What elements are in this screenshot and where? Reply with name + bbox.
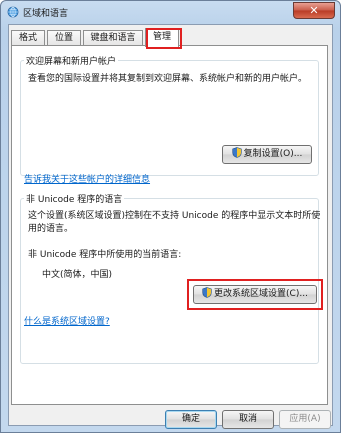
tab-keyboards-languages[interactable]: 键盘和语言 <box>83 30 143 46</box>
tab-highlight-box <box>146 28 182 49</box>
dialog-client-area: 格式 位置 键盘和语言 管理 欢迎屏幕和新用户帐户 查看您的国际设置并将其复制到… <box>8 24 333 429</box>
ok-button[interactable]: 确定 <box>165 410 217 429</box>
what-is-system-locale-link[interactable]: 什么是系统区域设置? <box>24 314 110 327</box>
current-language-label: 非 Unicode 程序中所使用的当前语言: <box>28 250 182 260</box>
region-language-dialog: 区域和语言 ✕ 格式 位置 键盘和语言 管理 欢迎屏幕和新用户帐户 查看您的国际… <box>0 0 341 433</box>
copy-settings-label: 复制设置(O)... <box>243 149 303 159</box>
apply-button[interactable]: 应用(A) <box>279 410 331 429</box>
uac-shield-icon <box>232 147 242 158</box>
current-language-value: 中文(简体，中国) <box>42 270 113 280</box>
tab-location[interactable]: 位置 <box>47 30 81 46</box>
accounts-details-link[interactable]: 告诉我关于这些帐户的详细信息 <box>24 172 150 185</box>
welcome-description: 查看您的国际设置并将其复制到欢迎屏幕、系统帐户和新的用户帐户。 <box>28 74 308 84</box>
tab-panel-administrative: 欢迎屏幕和新用户帐户 查看您的国际设置并将其复制到欢迎屏幕、系统帐户和新的用户帐… <box>11 45 328 405</box>
uac-shield-icon <box>202 287 212 298</box>
globe-icon <box>7 6 19 18</box>
change-system-locale-button[interactable]: 更改系统区域设置(C)... <box>193 285 317 304</box>
non-unicode-description-1: 这个设置(系统区域设置)控制在不支持 Unicode 的程序中显示文本时所使 <box>28 211 321 221</box>
non-unicode-description-2: 用的语言。 <box>28 224 74 234</box>
welcome-group-title: 欢迎屏幕和新用户帐户 <box>24 54 119 67</box>
non-unicode-group-title: 非 Unicode 程序的语言 <box>24 192 125 205</box>
tab-formats[interactable]: 格式 <box>11 30 45 46</box>
cancel-button[interactable]: 取消 <box>222 410 274 429</box>
title-bar: 区域和语言 ✕ <box>1 1 340 23</box>
close-icon: ✕ <box>309 4 319 17</box>
window-title: 区域和语言 <box>23 9 69 19</box>
copy-settings-button[interactable]: 复制设置(O)... <box>222 145 312 164</box>
change-system-locale-label: 更改系统区域设置(C)... <box>214 289 308 299</box>
close-button[interactable]: ✕ <box>293 2 335 19</box>
